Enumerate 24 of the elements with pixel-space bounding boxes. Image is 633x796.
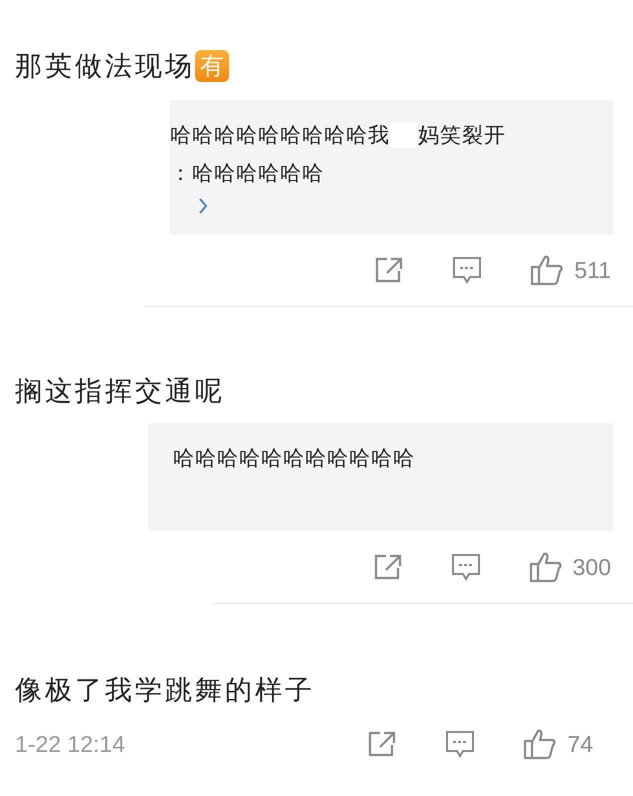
like-count: 74 — [567, 730, 593, 758]
share-icon[interactable] — [374, 256, 404, 284]
comment-text: 那英做法现场 — [15, 50, 195, 84]
quoted-reply-panel[interactable]: 哈哈哈哈哈哈哈哈哈我 妈笑裂开 ：哈哈哈哈哈哈 — [170, 100, 613, 234]
quoted-reply-panel[interactable]: 哈哈哈哈哈哈哈哈哈哈哈 — [148, 423, 613, 531]
quoted-text: ：哈哈哈哈哈哈 — [170, 160, 324, 187]
quoted-text: 哈哈哈哈哈哈哈哈哈哈哈 — [173, 445, 415, 472]
share-icon[interactable] — [367, 730, 398, 758]
like-count: 300 — [572, 554, 611, 580]
thumbs-up-icon[interactable] — [528, 551, 563, 583]
timestamp: 1-22 12:14 — [15, 730, 125, 758]
quoted-text: 妈笑裂开 — [418, 122, 506, 149]
like-count: 511 — [574, 256, 611, 284]
comment-icon[interactable] — [445, 729, 476, 759]
emoji-badge: 有 — [195, 50, 229, 82]
comment-text: 像极了我学跳舞的样子 — [15, 674, 315, 708]
chevron-right-icon[interactable] — [198, 198, 208, 214]
thumbs-up-icon[interactable] — [523, 728, 558, 760]
comment-text: 搁这指挥交通呢 — [15, 375, 225, 409]
comment-icon[interactable] — [450, 552, 481, 582]
thumbs-up-icon[interactable] — [530, 254, 564, 286]
quoted-text: 哈哈哈哈哈哈哈哈哈我 — [170, 122, 390, 149]
comment-icon[interactable] — [452, 255, 482, 285]
share-icon[interactable] — [372, 553, 403, 581]
